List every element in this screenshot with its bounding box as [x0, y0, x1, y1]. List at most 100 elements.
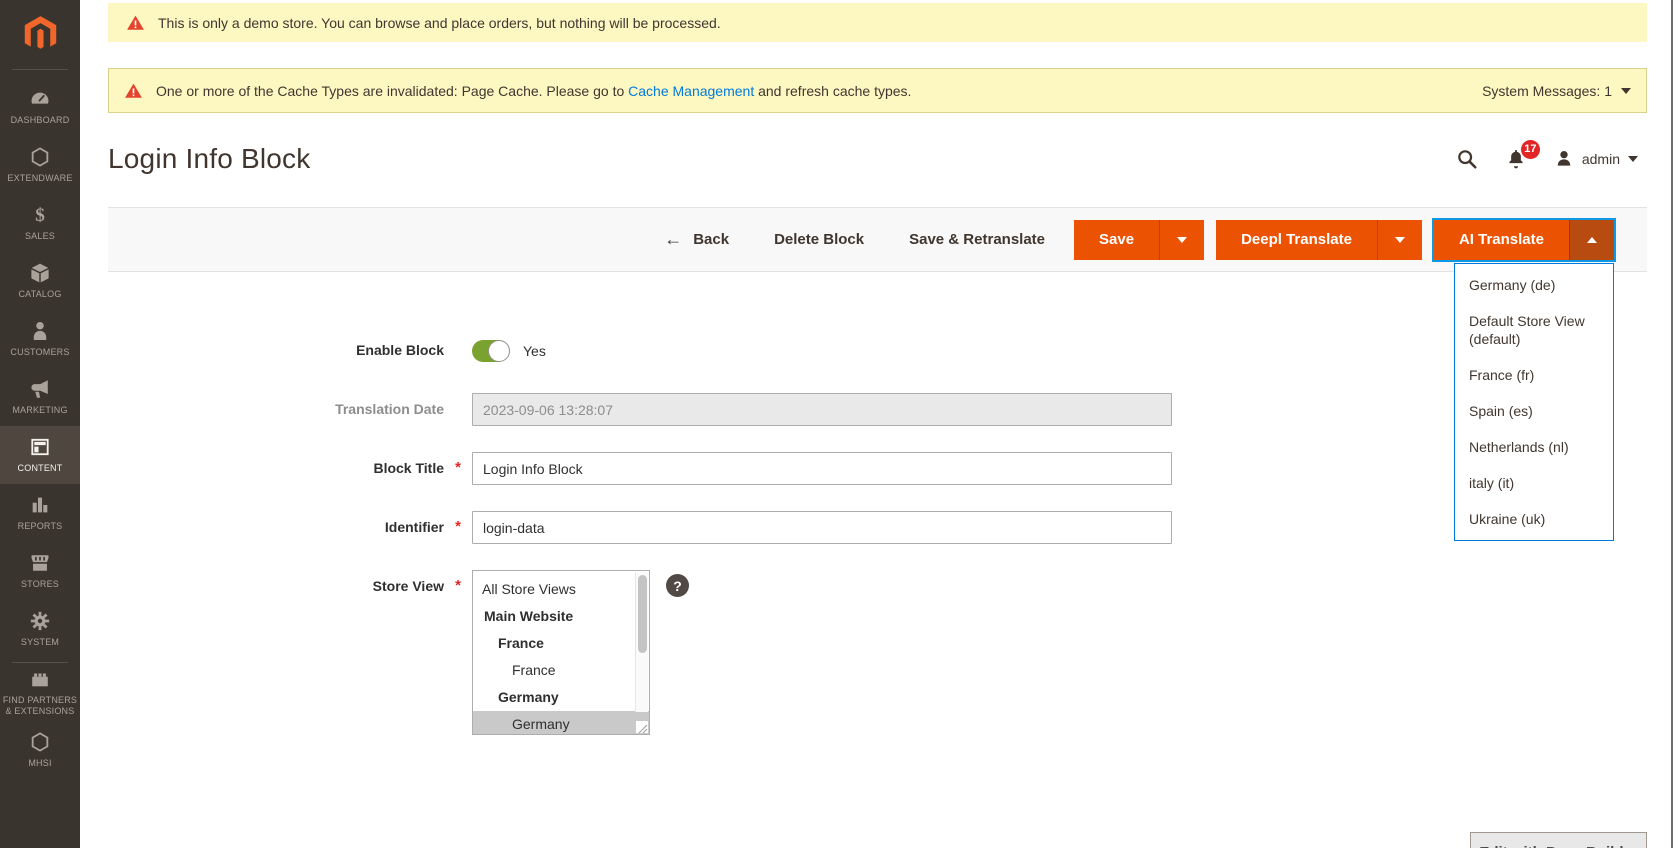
magento-admin-app: DASHBOARD EXTENDWARE $ SALES CATALOG: [0, 0, 1678, 848]
ai-translate-split-button: AI Translate: [1434, 220, 1614, 260]
store-view-label: Store View: [108, 570, 444, 735]
ai-translate-dropdown: Germany (de) Default Store View (default…: [1454, 263, 1614, 541]
ai-translate-option[interactable]: France (fr): [1455, 357, 1613, 393]
sidebar-item-customers[interactable]: CUSTOMERS: [0, 310, 80, 368]
demo-store-text: This is only a demo store. You can brows…: [158, 15, 721, 31]
scrollbar[interactable]: [1671, 0, 1673, 848]
page-header: Login Info Block 17 admin: [108, 137, 1638, 181]
sidebar-nav: DASHBOARD EXTENDWARE $ SALES CATALOG: [0, 78, 80, 779]
dashboard-icon: [29, 88, 51, 110]
chevron-down-icon: [1395, 237, 1405, 243]
back-button[interactable]: Back: [664, 230, 729, 249]
back-label: Back: [693, 231, 729, 248]
warning-icon: [126, 14, 145, 32]
admin-user-menu[interactable]: admin: [1554, 149, 1638, 169]
delete-block-button[interactable]: Delete Block: [774, 231, 864, 248]
edit-with-page-builder-button[interactable]: Edit with Page Builder: [1470, 832, 1647, 848]
sidebar-item-stores[interactable]: STORES: [0, 542, 80, 600]
identifier-field[interactable]: [472, 511, 1172, 544]
cache-message-pre: One or more of the Cache Types are inval…: [156, 83, 628, 99]
marketing-icon: [29, 378, 51, 400]
sales-icon: $: [29, 204, 51, 226]
sidebar-item-find-partners[interactable]: FIND PARTNERS & EXTENSIONS: [0, 663, 80, 721]
cache-management-link[interactable]: Cache Management: [628, 83, 754, 99]
store-view-option[interactable]: France: [473, 630, 649, 657]
sidebar-item-dashboard[interactable]: DASHBOARD: [0, 78, 80, 136]
block-title-field[interactable]: [472, 452, 1172, 485]
ai-translate-option[interactable]: italy (it): [1455, 465, 1613, 501]
ai-translate-option[interactable]: Default Store View (default): [1455, 303, 1613, 357]
enable-block-label: Enable Block: [108, 334, 444, 367]
notification-badge: 17: [1521, 140, 1540, 159]
store-view-option[interactable]: Germany: [473, 711, 649, 735]
search-icon[interactable]: [1456, 148, 1478, 170]
sidebar-item-sales[interactable]: $ SALES: [0, 194, 80, 252]
reports-icon: [29, 494, 51, 516]
store-view-option[interactable]: France: [473, 657, 649, 684]
block-title-row: Block Title *: [108, 452, 1678, 485]
block-title-label: Block Title: [108, 452, 444, 485]
svg-text:$: $: [35, 205, 45, 226]
deepl-dropdown-toggle[interactable]: [1377, 220, 1422, 260]
customers-icon: [29, 320, 51, 342]
sidebar-item-marketing[interactable]: MARKETING: [0, 368, 80, 426]
enable-block-toggle[interactable]: [472, 340, 509, 362]
required-marker: *: [444, 511, 472, 544]
sidebar: DASHBOARD EXTENDWARE $ SALES CATALOG: [0, 0, 80, 848]
sidebar-item-reports[interactable]: REPORTS: [0, 484, 80, 542]
cache-message-post: and refresh cache types.: [754, 83, 911, 99]
resize-handle-icon[interactable]: [636, 721, 648, 733]
content-icon: [29, 436, 51, 458]
store-view-select[interactable]: All Store Views Main Website France Fran…: [472, 570, 650, 735]
sidebar-item-extendware[interactable]: EXTENDWARE: [0, 136, 80, 194]
ai-translate-option[interactable]: Netherlands (nl): [1455, 429, 1613, 465]
chevron-up-icon: [1587, 237, 1597, 243]
sidebar-item-mhsi[interactable]: MHSI: [0, 721, 80, 779]
store-view-option[interactable]: All Store Views: [473, 576, 649, 603]
ai-translate-button[interactable]: AI Translate: [1434, 220, 1569, 260]
sidebar-divider: [12, 69, 68, 70]
sidebar-item-content[interactable]: CONTENT: [0, 426, 80, 484]
select-scrollbar[interactable]: [635, 572, 648, 712]
ai-dropdown-toggle[interactable]: [1569, 220, 1614, 260]
translation-date-row: Translation Date: [108, 393, 1678, 426]
save-dropdown-toggle[interactable]: [1159, 220, 1204, 260]
save-button[interactable]: Save: [1074, 220, 1159, 260]
warning-icon: [124, 82, 143, 100]
enable-block-value: Yes: [523, 343, 546, 359]
header-actions: 17 admin: [1456, 148, 1638, 170]
save-split-button: Save: [1074, 220, 1204, 260]
help-icon[interactable]: [666, 574, 689, 597]
stores-icon: [29, 552, 51, 574]
block-edit-form: Enable Block Yes Translation Date Block …: [80, 334, 1678, 735]
notifications-bell-icon[interactable]: 17: [1505, 148, 1527, 170]
sidebar-item-catalog[interactable]: CATALOG: [0, 252, 80, 310]
system-icon: [29, 610, 51, 632]
required-marker: *: [444, 570, 472, 735]
chevron-down-icon: [1177, 237, 1187, 243]
save-and-retranslate-button[interactable]: Save & Retranslate: [909, 231, 1045, 248]
ai-translate-option[interactable]: Spain (es): [1455, 393, 1613, 429]
chevron-down-icon: [1621, 88, 1631, 94]
deepl-translate-button[interactable]: Deepl Translate: [1216, 220, 1377, 260]
store-view-option[interactable]: Main Website: [473, 603, 649, 630]
store-view-row: Store View * All Store Views Main Websit…: [108, 570, 1678, 735]
toggle-knob: [488, 340, 510, 362]
magento-logo[interactable]: [20, 13, 61, 54]
deepl-translate-split-button: Deepl Translate: [1216, 220, 1422, 260]
catalog-icon: [29, 262, 51, 284]
chevron-down-icon: [1628, 156, 1638, 162]
system-messages-count: System Messages: 1: [1482, 83, 1612, 99]
scrollbar-thumb[interactable]: [638, 575, 647, 653]
spacer: [444, 334, 472, 367]
sidebar-item-system[interactable]: SYSTEM: [0, 600, 80, 658]
extendware-icon: [29, 146, 51, 168]
admin-username: admin: [1582, 151, 1620, 167]
translation-date-label: Translation Date: [108, 393, 444, 426]
store-view-option[interactable]: Germany: [473, 684, 649, 711]
ai-translate-option[interactable]: Germany (de): [1455, 267, 1613, 303]
ai-translate-option[interactable]: Ukraine (uk): [1455, 501, 1613, 537]
cache-invalidated-message: One or more of the Cache Types are inval…: [156, 83, 1482, 99]
enable-block-row: Enable Block Yes: [108, 334, 1678, 367]
system-messages-toggle[interactable]: System Messages: 1: [1482, 83, 1631, 99]
